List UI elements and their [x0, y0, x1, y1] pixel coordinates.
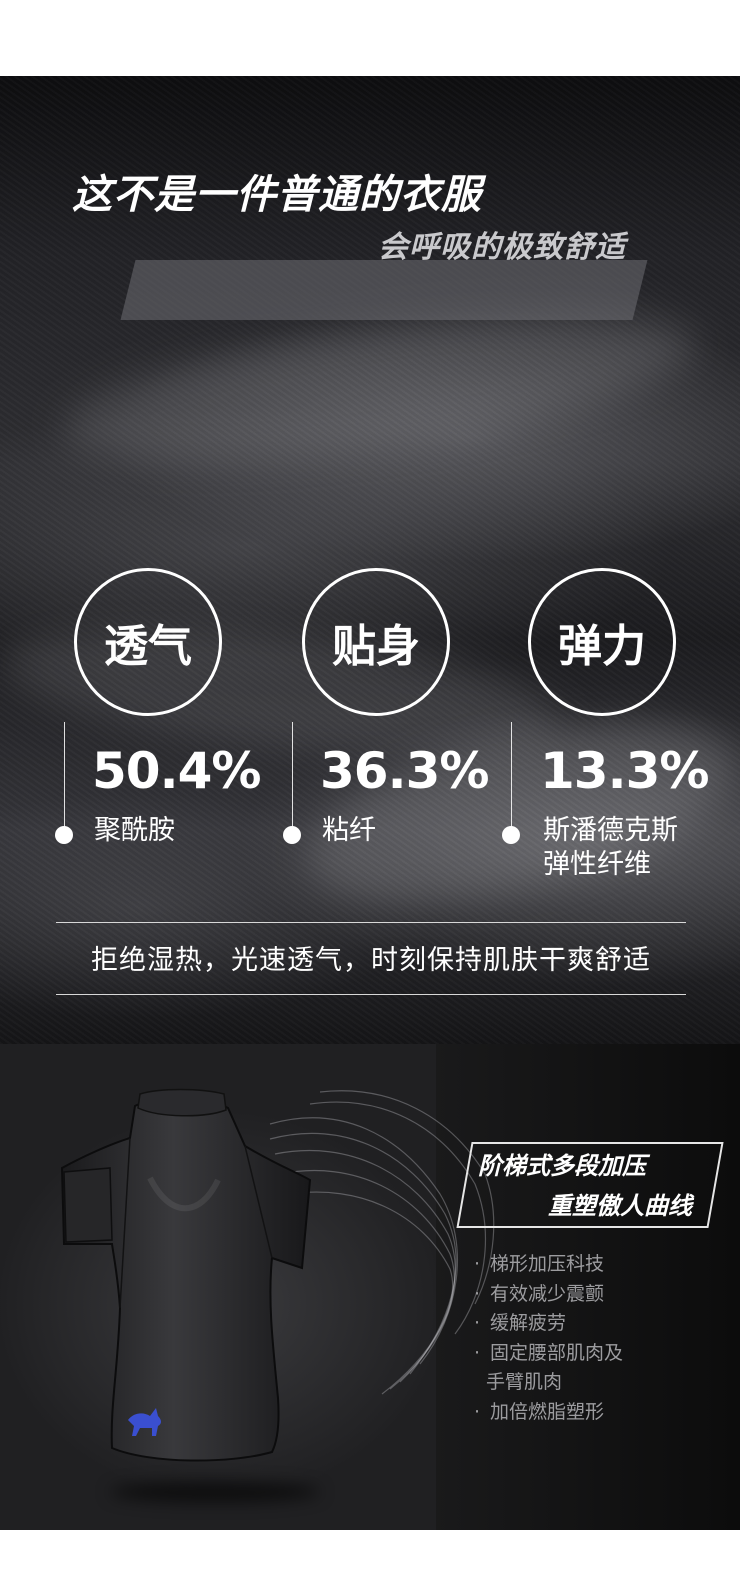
- feature-line: [511, 722, 512, 830]
- bullet-icon: ·: [474, 1341, 481, 1364]
- feature-dot: [55, 826, 73, 844]
- list-item: · 梯形加压科技: [474, 1250, 623, 1280]
- feature-line: [292, 722, 293, 830]
- divider-bottom: [56, 994, 686, 995]
- product-detail-page: 这不是一件普通的衣服 会呼吸的极致舒适 透气 50.4% 聚酰胺 贴身 36.3…: [0, 0, 750, 1589]
- product-title-line2: 重塑傲人曲线: [548, 1192, 692, 1220]
- product-section: 阶梯式多段加压 重塑傲人曲线 · 梯形加压科技 · 有效减少震颤 · 缓解疲劳 · 固定…: [0, 1044, 740, 1530]
- feature-label: 弹力: [558, 621, 646, 672]
- bullet-icon: ·: [474, 1312, 481, 1334]
- list-item-continued: 手臂肌肉: [486, 1371, 563, 1393]
- product-title-line1: 阶梯式多段加压: [478, 1152, 646, 1180]
- divider-top: [56, 922, 686, 923]
- fabric-section: 这不是一件普通的衣服 会呼吸的极致舒适 透气 50.4% 聚酰胺 贴身 36.3…: [0, 76, 740, 1044]
- feature-material: 弹性纤维: [543, 849, 651, 880]
- feature-material: 粘纤: [322, 815, 376, 846]
- feature-label: 贴身: [332, 621, 420, 672]
- list-item: · 缓解疲劳: [474, 1309, 623, 1339]
- feature-percent: 13.3%: [540, 742, 709, 800]
- feature-label: 透气: [104, 621, 192, 672]
- bullet-icon: ·: [474, 1282, 481, 1305]
- list-item: · 加倍燃脂塑形: [474, 1398, 623, 1428]
- feature-dot: [283, 826, 301, 844]
- tagline: 拒绝湿热，光速透气，时刻保持肌肤干爽舒适: [91, 945, 651, 976]
- bullet-icon: ·: [474, 1253, 481, 1275]
- bullet-icon: ·: [474, 1400, 481, 1423]
- headline-stripe: [120, 260, 648, 320]
- feature-list: · 梯形加压科技 · 有效减少震颤 · 缓解疲劳 · 固定腰部肌肉及 手臂肌肉 · 加倍燃…: [474, 1250, 623, 1427]
- feature-circle-fit: 贴身: [302, 568, 450, 716]
- fabric-fold: [288, 685, 740, 937]
- headline: 这不是一件普通的衣服: [72, 172, 482, 218]
- feature-circle-breathable: 透气: [74, 568, 222, 716]
- list-item: · 固定腰部肌肉及: [474, 1339, 623, 1369]
- feature-material: 斯潘德克斯: [543, 815, 678, 846]
- shirt-shadow: [110, 1482, 320, 1502]
- feature-percent: 36.3%: [320, 742, 489, 800]
- feature-material: 聚酰胺: [94, 815, 175, 846]
- feature-percent: 50.4%: [92, 742, 261, 800]
- list-item: · 有效减少震颤: [474, 1280, 623, 1310]
- feature-circle-elastic: 弹力: [528, 568, 676, 716]
- compression-shirt-image: [60, 1088, 312, 1462]
- subheadline: 会呼吸的极致舒适: [378, 230, 626, 265]
- feature-line: [64, 722, 65, 830]
- feature-dot: [502, 826, 520, 844]
